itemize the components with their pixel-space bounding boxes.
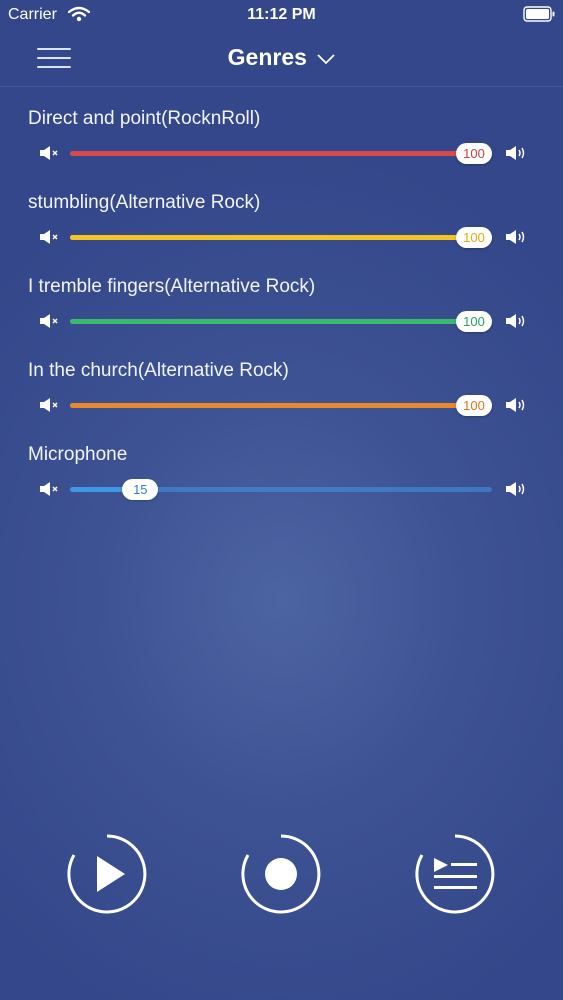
slider-fill [70, 403, 492, 408]
volume-max-icon[interactable] [505, 481, 527, 497]
slider-fill [70, 235, 492, 240]
slider-thumb[interactable]: 100 [456, 143, 492, 164]
track-name: In the church(Alternative Rock) [28, 360, 289, 381]
mute-icon[interactable] [39, 229, 61, 245]
play-icon [67, 834, 147, 914]
mute-icon[interactable] [39, 481, 61, 497]
track-row: In the church(Alternative Rock) 100 [0, 360, 563, 444]
volume-max-icon[interactable] [505, 229, 527, 245]
playlist-button[interactable] [415, 834, 495, 914]
record-button[interactable] [241, 834, 321, 914]
record-icon [241, 834, 321, 914]
track-row: stumbling(Alternative Rock) 100 [0, 192, 563, 276]
slider-fill [70, 151, 492, 156]
track-name: stumbling(Alternative Rock) [28, 192, 261, 213]
chevron-down-icon [317, 54, 335, 65]
page-title: Genres [227, 44, 307, 70]
mute-icon[interactable] [39, 397, 61, 413]
volume-slider[interactable]: 100 [70, 395, 492, 416]
slider-fill [70, 319, 492, 324]
play-button[interactable] [67, 834, 147, 914]
mute-icon[interactable] [39, 145, 61, 161]
track-row: I tremble fingers(Alternative Rock) 100 [0, 276, 563, 360]
slider-thumb[interactable]: 100 [456, 311, 492, 332]
volume-max-icon[interactable] [505, 313, 527, 329]
status-bar: Carrier 11:12 PM [0, 0, 563, 30]
volume-max-icon[interactable] [505, 145, 527, 161]
volume-slider[interactable]: 100 [70, 311, 492, 332]
track-row: Microphone 15 [0, 444, 563, 528]
playlist-icon [415, 834, 495, 914]
slider-thumb[interactable]: 100 [456, 227, 492, 248]
track-name: Microphone [28, 444, 128, 465]
navigation-bar: Genres [0, 32, 563, 87]
mute-icon[interactable] [39, 313, 61, 329]
battery-icon [523, 6, 555, 22]
slider-thumb[interactable]: 15 [122, 479, 159, 500]
volume-slider[interactable]: 15 [70, 479, 492, 500]
slider-thumb[interactable]: 100 [456, 395, 492, 416]
status-time: 11:12 PM [247, 6, 316, 23]
track-row: Direct and point(RocknRoll) 100 [0, 108, 563, 192]
volume-slider[interactable]: 100 [70, 227, 492, 248]
track-name: Direct and point(RocknRoll) [28, 108, 261, 129]
volume-slider[interactable]: 100 [70, 143, 492, 164]
genres-dropdown[interactable]: Genres [0, 44, 563, 71]
volume-max-icon[interactable] [505, 397, 527, 413]
track-name: I tremble fingers(Alternative Rock) [28, 276, 316, 297]
